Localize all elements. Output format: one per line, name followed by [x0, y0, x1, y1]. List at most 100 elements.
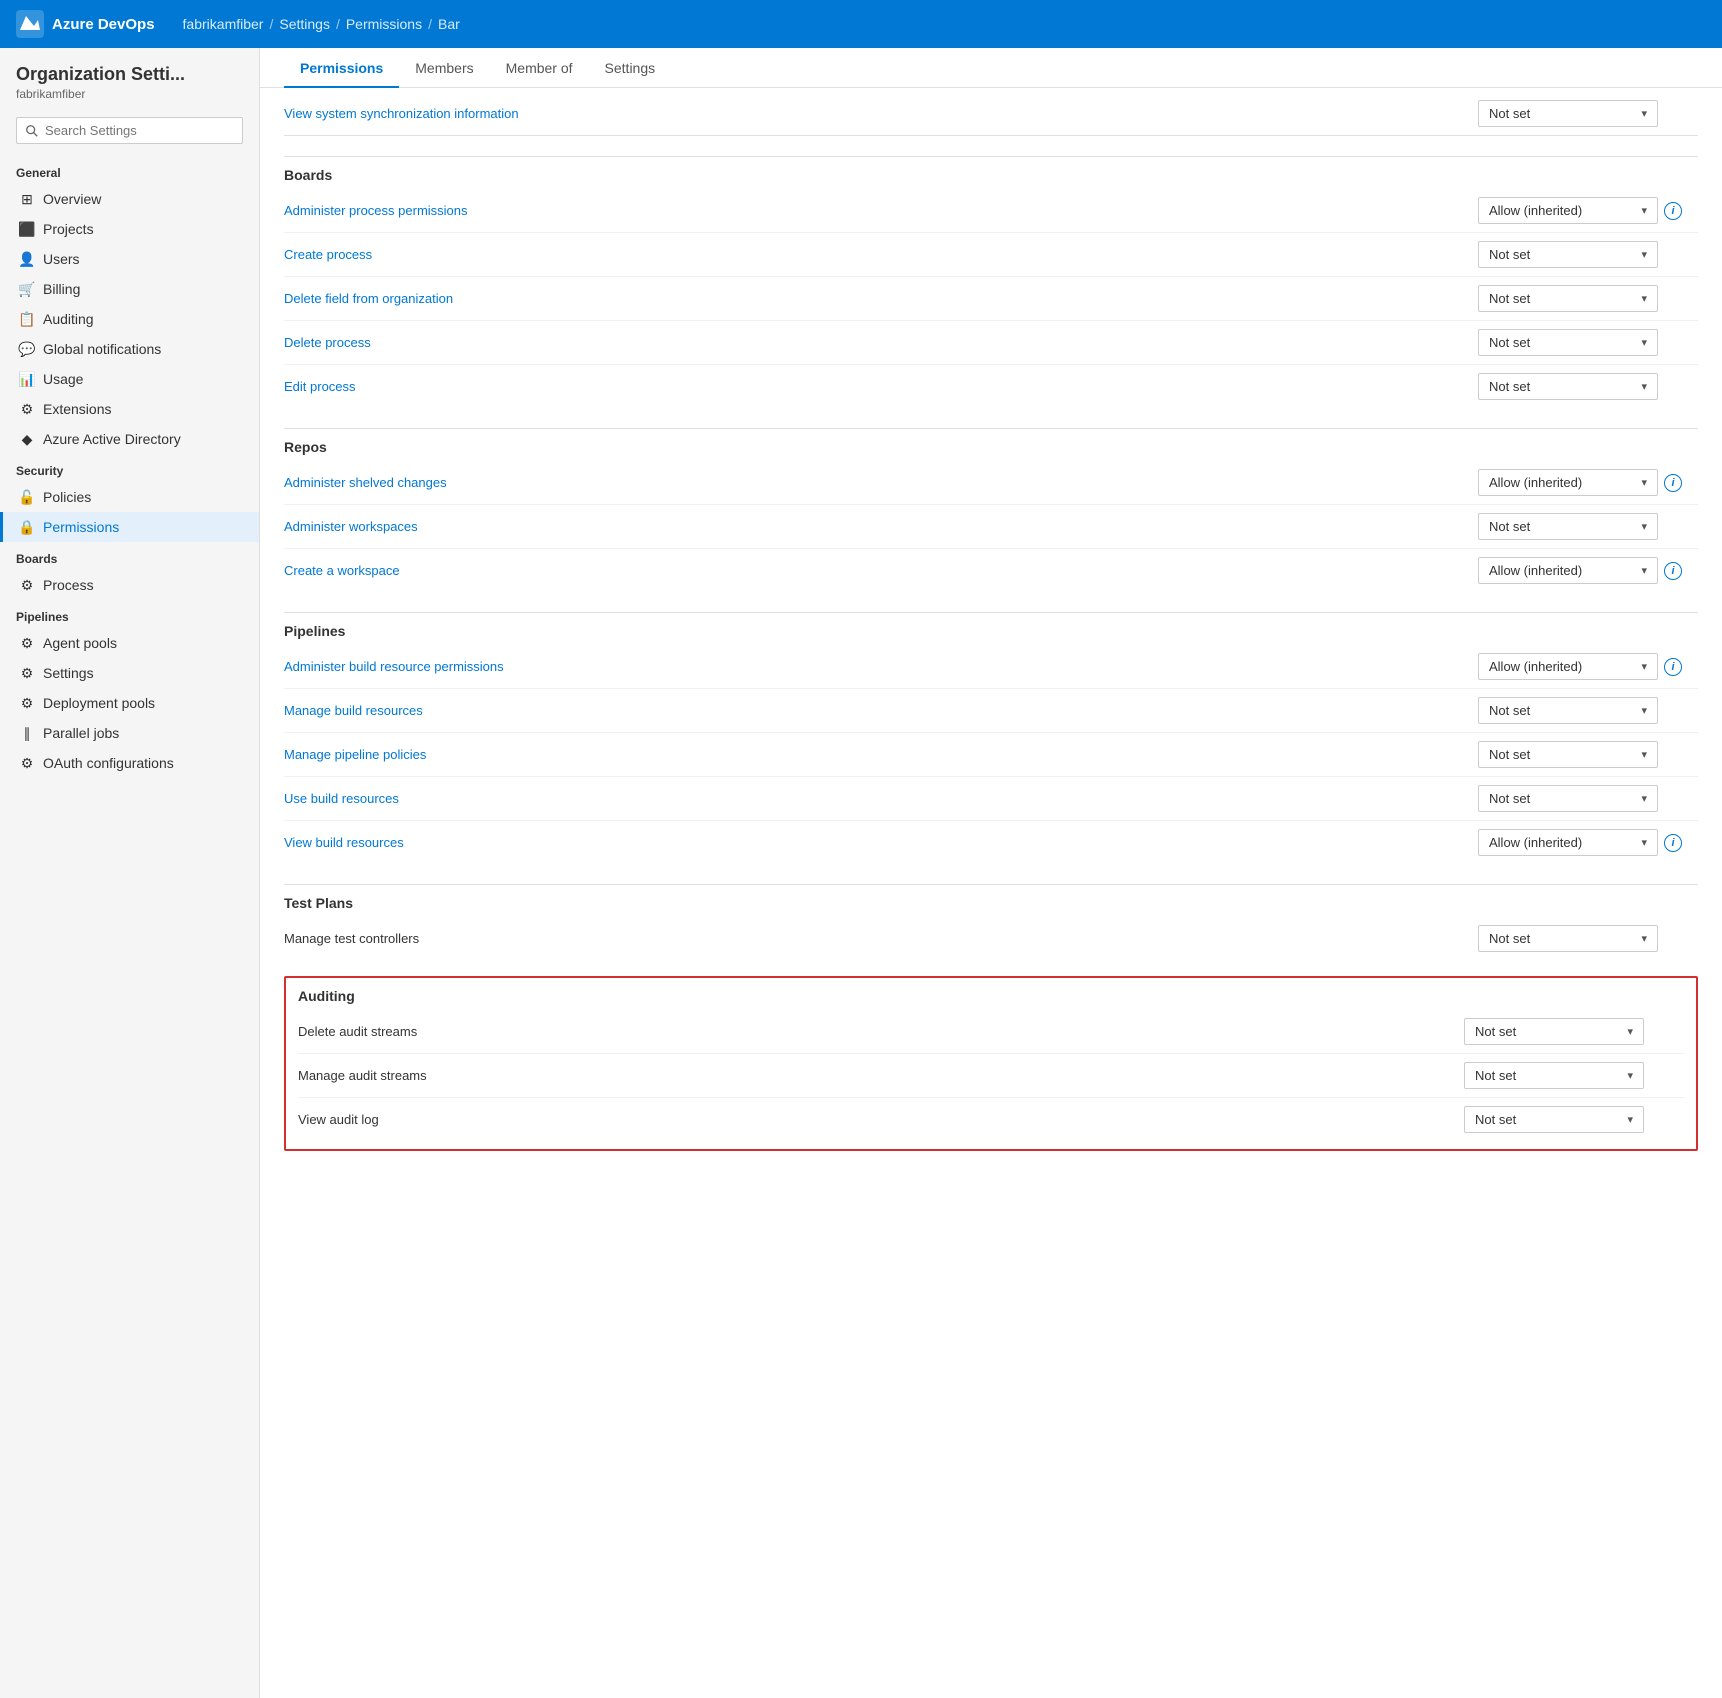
- sidebar-item-process[interactable]: ⚙ Process: [0, 570, 259, 600]
- chevron-down-icon: ▾: [1641, 564, 1647, 577]
- process-icon: ⚙: [19, 577, 35, 593]
- perm-row: View system synchronization information …: [284, 92, 1698, 136]
- main-content: Permissions Members Member of Settings V…: [260, 48, 1722, 1698]
- info-icon[interactable]: i: [1664, 658, 1682, 676]
- perm-select[interactable]: Not set ▾: [1464, 1018, 1644, 1045]
- chevron-down-icon: ▾: [1641, 107, 1647, 120]
- perm-name[interactable]: Use build resources: [284, 791, 1478, 806]
- tab-member-of[interactable]: Member of: [490, 48, 589, 88]
- sidebar-item-policies[interactable]: 🔓 Policies: [0, 482, 259, 512]
- perm-name[interactable]: Manage build resources: [284, 703, 1478, 718]
- chevron-down-icon: ▾: [1627, 1069, 1633, 1082]
- perm-select[interactable]: Allow (inherited) ▾: [1478, 829, 1658, 856]
- app-logo[interactable]: Azure DevOps: [16, 10, 155, 38]
- boards-section: Boards Administer process permissions Al…: [284, 156, 1698, 408]
- perm-select[interactable]: Not set ▾: [1478, 741, 1658, 768]
- sidebar-item-aad[interactable]: ◆ Azure Active Directory: [0, 424, 259, 454]
- perm-name[interactable]: Administer process permissions: [284, 203, 1478, 218]
- sidebar-item-auditing[interactable]: 📋 Auditing: [0, 304, 259, 334]
- chevron-down-icon: ▾: [1627, 1113, 1633, 1126]
- info-icon[interactable]: i: [1664, 202, 1682, 220]
- perm-name[interactable]: Delete field from organization: [284, 291, 1478, 306]
- perm-select[interactable]: Not set ▾: [1478, 329, 1658, 356]
- sidebar-item-global-notifications[interactable]: 💬 Global notifications: [0, 334, 259, 364]
- agent-pools-icon: ⚙: [19, 635, 35, 651]
- parallel-icon: ∥: [19, 725, 35, 741]
- sidebar-item-permissions[interactable]: 🔒 Permissions: [0, 512, 259, 542]
- perm-row: Delete process Not set ▾: [284, 321, 1698, 365]
- perm-select[interactable]: Not set ▾: [1464, 1062, 1644, 1089]
- notifications-icon: 💬: [19, 341, 35, 357]
- perm-name[interactable]: Administer workspaces: [284, 519, 1478, 534]
- perm-row: Delete field from organization Not set ▾: [284, 277, 1698, 321]
- chevron-down-icon: ▾: [1641, 660, 1647, 673]
- perm-row: Manage test controllers Not set ▾: [284, 917, 1698, 960]
- perm-control: Not set ▾: [1478, 785, 1698, 812]
- sidebar-item-parallel-jobs[interactable]: ∥ Parallel jobs: [0, 718, 259, 748]
- tab-permissions[interactable]: Permissions: [284, 48, 399, 88]
- perm-name[interactable]: Create a workspace: [284, 563, 1478, 578]
- tab-settings[interactable]: Settings: [589, 48, 672, 88]
- sidebar-item-deployment-pools[interactable]: ⚙ Deployment pools: [0, 688, 259, 718]
- sidebar: Organization Setti... fabrikamfiber Gene…: [0, 48, 260, 1698]
- perm-select[interactable]: Not set ▾: [1464, 1106, 1644, 1133]
- sidebar-scroll: General ⊞ Overview ⬛ Projects 👤 Users 🛒 …: [0, 156, 259, 1698]
- perm-name[interactable]: Edit process: [284, 379, 1478, 394]
- sidebar-item-billing[interactable]: 🛒 Billing: [0, 274, 259, 304]
- info-icon[interactable]: i: [1664, 562, 1682, 580]
- sidebar-item-usage[interactable]: 📊 Usage: [0, 364, 259, 394]
- search-box[interactable]: [16, 117, 243, 144]
- org-subtitle: fabrikamfiber: [16, 87, 243, 101]
- perm-control: Not set ▾: [1478, 373, 1698, 400]
- section-title-boards: Boards: [0, 542, 259, 570]
- info-icon[interactable]: i: [1664, 834, 1682, 852]
- perm-row: Create a workspace Allow (inherited) ▾ i: [284, 549, 1698, 592]
- sidebar-item-overview[interactable]: ⊞ Overview: [0, 184, 259, 214]
- perm-control: Not set ▾: [1478, 285, 1698, 312]
- deploy-pools-icon: ⚙: [19, 695, 35, 711]
- perm-select[interactable]: Allow (inherited) ▾: [1478, 469, 1658, 496]
- perm-name[interactable]: Create process: [284, 247, 1478, 262]
- perm-name[interactable]: Delete process: [284, 335, 1478, 350]
- perm-select[interactable]: Allow (inherited) ▾: [1478, 197, 1658, 224]
- auditing-section: Auditing Delete audit streams Not set ▾ …: [284, 976, 1698, 1151]
- section-title: Test Plans: [284, 884, 1698, 917]
- perm-name[interactable]: Administer build resource permissions: [284, 659, 1478, 674]
- perm-select[interactable]: Not set ▾: [1478, 241, 1658, 268]
- perm-name[interactable]: View system synchronization information: [284, 106, 1478, 121]
- info-icon[interactable]: i: [1664, 474, 1682, 492]
- perm-select[interactable]: Not set ▾: [1478, 285, 1658, 312]
- chevron-down-icon: ▾: [1641, 836, 1647, 849]
- sidebar-item-extensions[interactable]: ⚙ Extensions: [0, 394, 259, 424]
- perm-select[interactable]: Allow (inherited) ▾: [1478, 557, 1658, 584]
- sidebar-item-users[interactable]: 👤 Users: [0, 244, 259, 274]
- sidebar-item-projects[interactable]: ⬛ Projects: [0, 214, 259, 244]
- perm-name[interactable]: View build resources: [284, 835, 1478, 850]
- perm-select[interactable]: Not set ▾: [1478, 373, 1658, 400]
- perm-control: Not set ▾: [1478, 741, 1698, 768]
- perm-name[interactable]: Administer shelved changes: [284, 475, 1478, 490]
- perm-row: Delete audit streams Not set ▾: [298, 1010, 1684, 1054]
- aad-icon: ◆: [19, 431, 35, 447]
- search-input[interactable]: [45, 123, 234, 138]
- perm-select[interactable]: Not set ▾: [1478, 925, 1658, 952]
- section-title-security: Security: [0, 454, 259, 482]
- perm-name: Manage audit streams: [298, 1068, 1464, 1083]
- perm-row: Use build resources Not set ▾: [284, 777, 1698, 821]
- sidebar-item-agent-pools[interactable]: ⚙ Agent pools: [0, 628, 259, 658]
- perm-name[interactable]: Manage pipeline policies: [284, 747, 1478, 762]
- perm-row: View audit log Not set ▾: [298, 1098, 1684, 1141]
- perm-select[interactable]: Not set ▾: [1478, 785, 1658, 812]
- sidebar-item-oauth[interactable]: ⚙ OAuth configurations: [0, 748, 259, 778]
- chevron-down-icon: ▾: [1641, 380, 1647, 393]
- oauth-icon: ⚙: [19, 755, 35, 771]
- perm-select[interactable]: Not set ▾: [1478, 697, 1658, 724]
- tab-members[interactable]: Members: [399, 48, 489, 88]
- sidebar-item-settings[interactable]: ⚙ Settings: [0, 658, 259, 688]
- perm-select[interactable]: Not set ▾: [1478, 513, 1658, 540]
- org-title: Organization Setti...: [16, 64, 243, 85]
- usage-icon: 📊: [19, 371, 35, 387]
- perm-select[interactable]: Allow (inherited) ▾: [1478, 653, 1658, 680]
- perm-select[interactable]: Not set ▾: [1478, 100, 1658, 127]
- repos-section: Repos Administer shelved changes Allow (…: [284, 428, 1698, 592]
